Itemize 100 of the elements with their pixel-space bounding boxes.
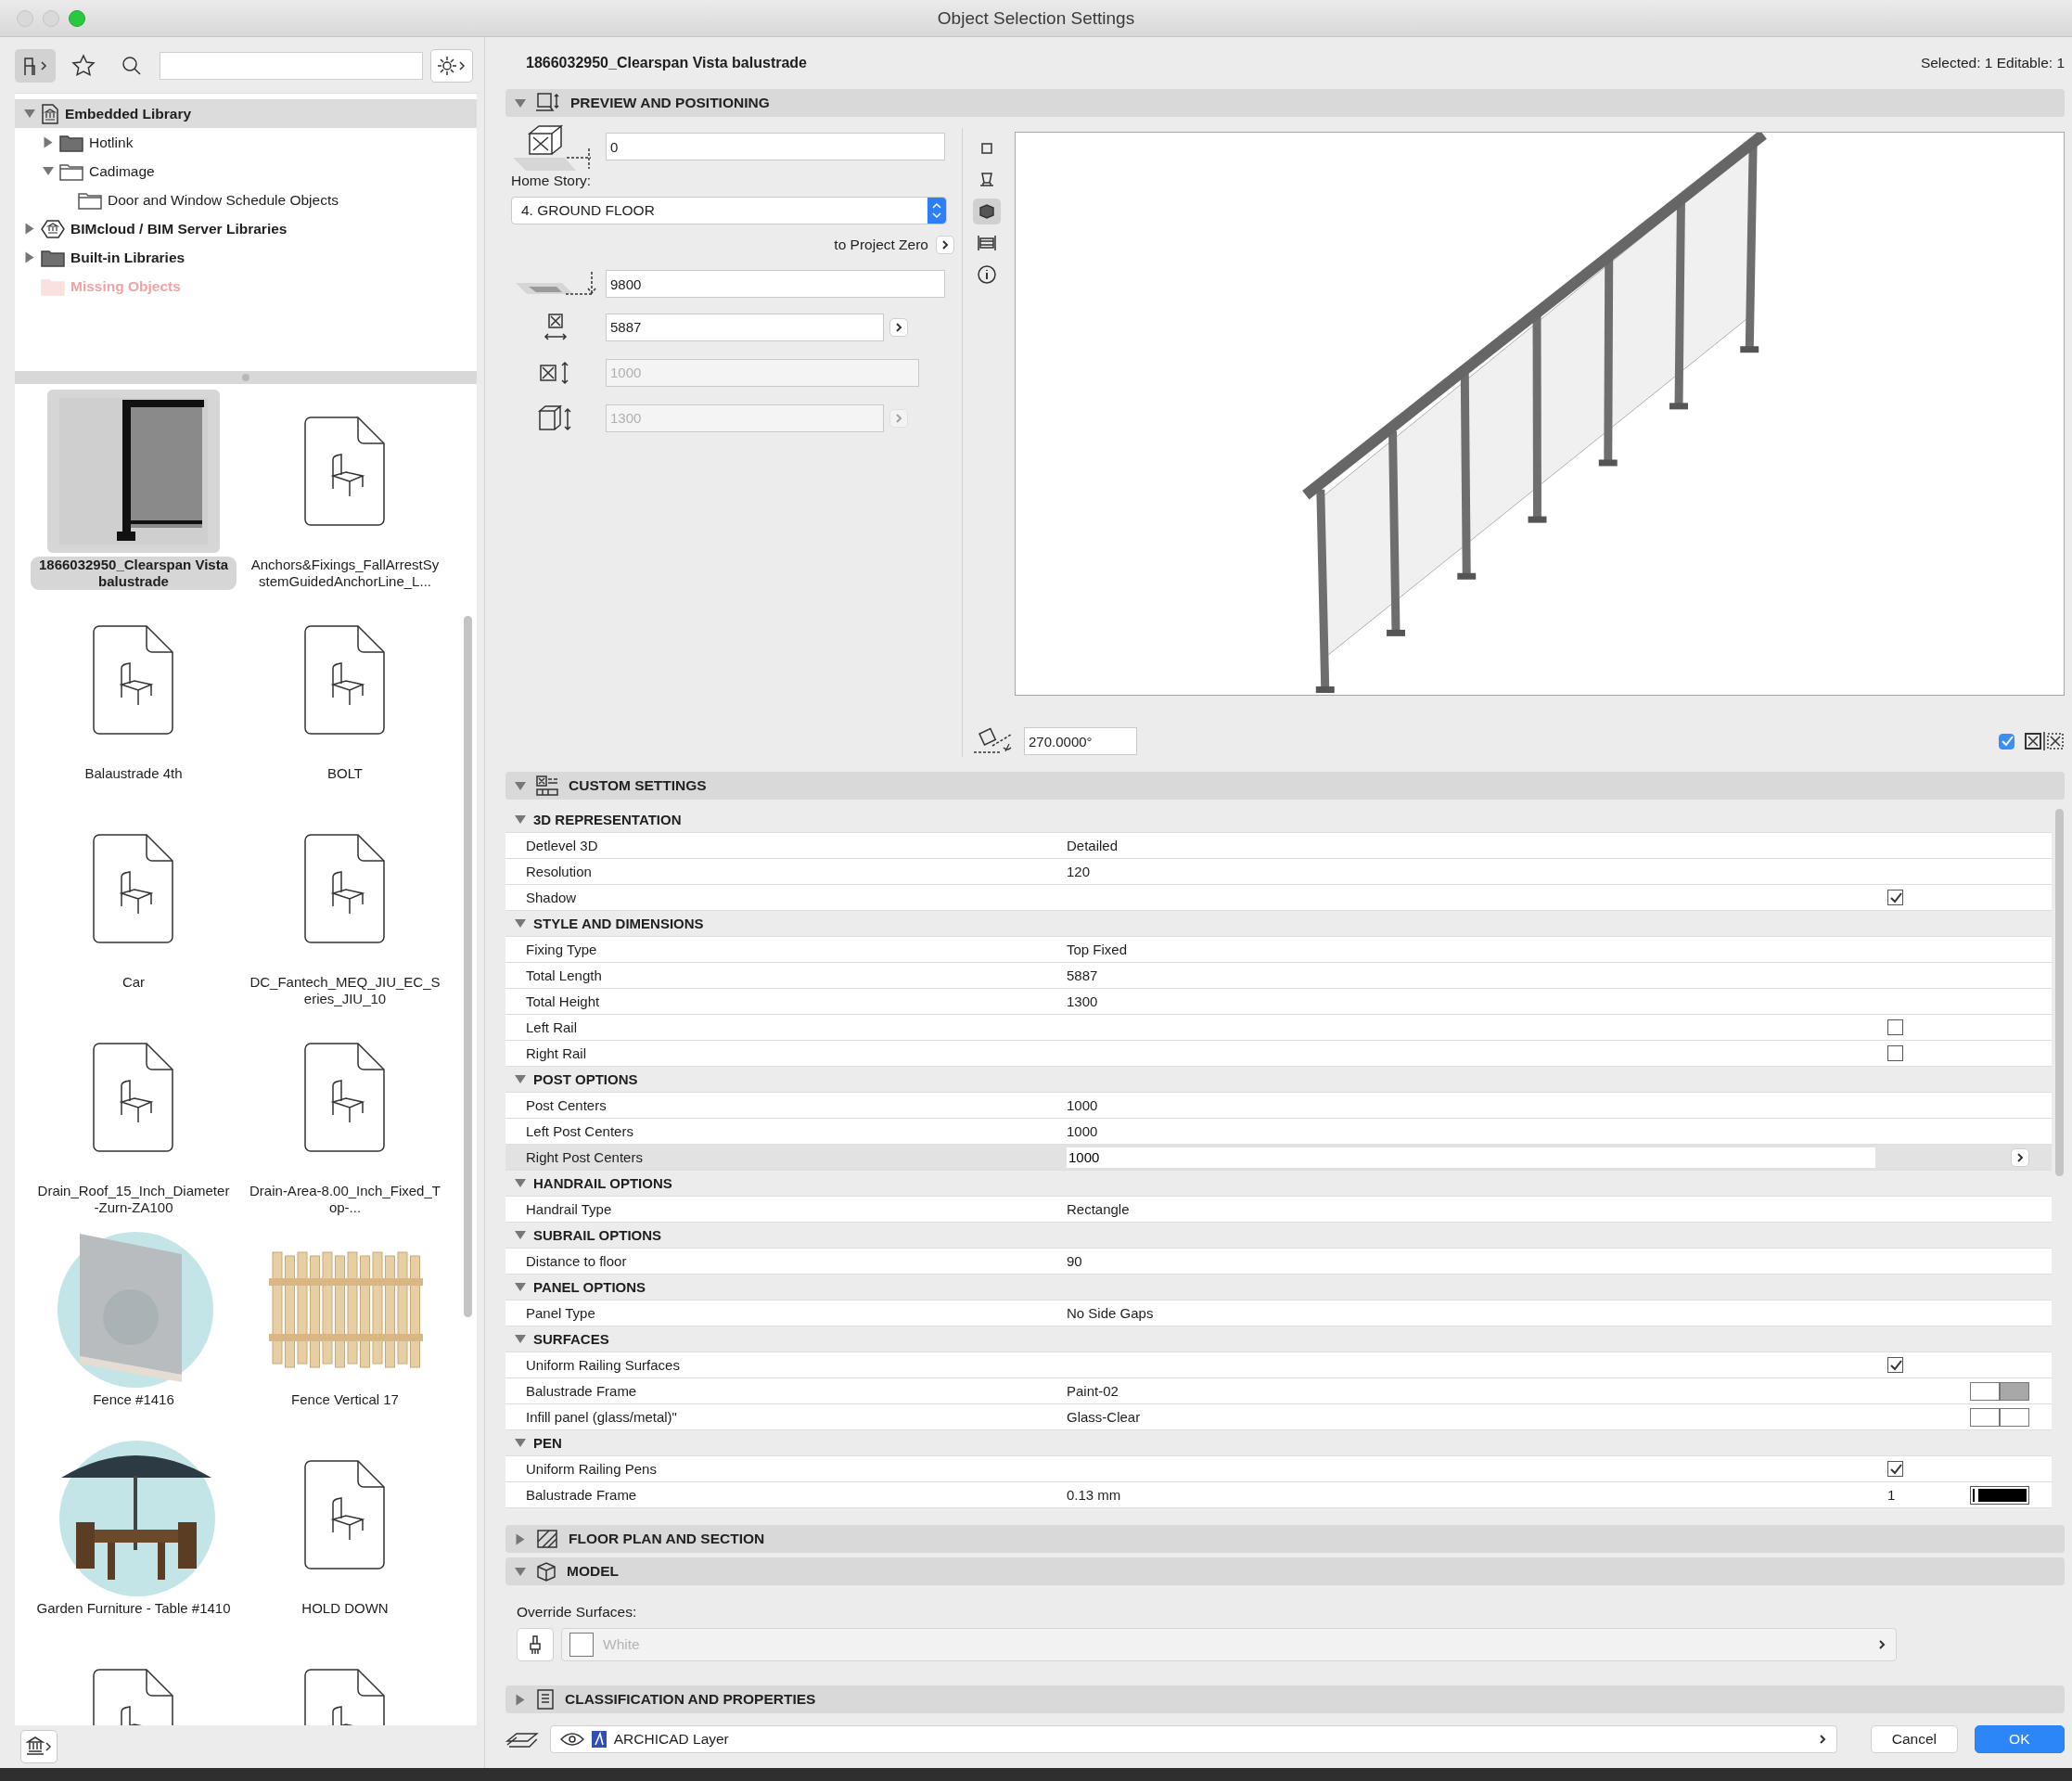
settings-row[interactable]: Right Post Centers 1000 bbox=[505, 1145, 2052, 1171]
item-label[interactable]: Drain_Roof_15_Inch_Diameter-Zurn-ZA100 bbox=[31, 1183, 237, 1216]
item-label[interactable]: Fence Vertical 17 bbox=[286, 1391, 404, 1408]
brush-button[interactable] bbox=[517, 1628, 554, 1661]
collapse-arrow-icon[interactable] bbox=[515, 781, 526, 790]
expand-arrow-icon[interactable] bbox=[25, 223, 34, 235]
home-story-select[interactable]: 4. GROUND FLOOR bbox=[511, 197, 947, 224]
settings-row[interactable]: Uniform Railing Pens bbox=[505, 1456, 2052, 1482]
settings-row[interactable]: Left Post Centers 1000 bbox=[505, 1119, 2052, 1145]
ok-button[interactable]: OK bbox=[1974, 1725, 2065, 1753]
section-header[interactable]: PREVIEW AND POSITIONING bbox=[505, 89, 2065, 117]
settings-row[interactable]: Total Height 1300 bbox=[505, 989, 2052, 1015]
expand-button[interactable] bbox=[2011, 1147, 2029, 1167]
settings-row[interactable]: Shadow bbox=[505, 885, 2052, 911]
settings-row[interactable]: Balustrade Frame 0.13 mm 1 bbox=[505, 1482, 2052, 1508]
setting-name: Post Centers bbox=[525, 1097, 608, 1113]
surface-swatch[interactable] bbox=[2000, 1381, 2029, 1401]
elevation-field[interactable]: 9800 bbox=[606, 270, 945, 298]
object-file-icon bbox=[302, 1458, 388, 1571]
value-field[interactable]: 1000 bbox=[1067, 1147, 1875, 1168]
width-field[interactable]: 5887 bbox=[606, 313, 884, 341]
collapse-arrow-icon[interactable] bbox=[515, 1179, 526, 1187]
tree-item[interactable]: BIMcloud / BIM Server Libraries bbox=[15, 214, 477, 243]
item-label[interactable]: BOLT bbox=[321, 765, 369, 782]
tree-item[interactable]: Embedded Library bbox=[15, 99, 477, 128]
collapse-arrow-icon[interactable] bbox=[515, 1231, 526, 1239]
checkbox[interactable] bbox=[1887, 1461, 1903, 1477]
setting-value: 90 bbox=[1067, 1253, 1083, 1269]
settings-row[interactable]: Fixing Type Top Fixed bbox=[505, 937, 2052, 963]
checkbox[interactable] bbox=[1887, 890, 1903, 905]
settings-row[interactable]: Left Rail bbox=[505, 1015, 2052, 1041]
zoom-button[interactable] bbox=[69, 9, 85, 27]
tree-item[interactable]: Door and Window Schedule Objects bbox=[15, 186, 477, 214]
scrollbar-thumb[interactable] bbox=[464, 616, 472, 1317]
settings-icon bbox=[436, 55, 467, 77]
item-label[interactable]: Balaustrade 4th bbox=[79, 765, 188, 782]
section-header[interactable]: FLOOR PLAN AND SECTION bbox=[505, 1525, 2065, 1553]
objects-tab[interactable] bbox=[15, 49, 56, 83]
item-label[interactable]: HOLD DOWN bbox=[296, 1600, 394, 1617]
setting-name: Uniform Railing Surfaces bbox=[525, 1357, 681, 1373]
perspective-view-button[interactable] bbox=[973, 199, 1001, 224]
pen-swatch[interactable] bbox=[1970, 1485, 2029, 1505]
surface-swatch[interactable] bbox=[1970, 1407, 2000, 1427]
settings-row[interactable]: Resolution 120 bbox=[505, 859, 2052, 885]
settings-row[interactable]: Distance to floor 90 bbox=[505, 1249, 2052, 1275]
angle-field[interactable]: 270.0000° bbox=[1024, 727, 1137, 755]
selection-count: Selected: 1 Editable: 1 bbox=[1920, 55, 2065, 71]
scrollbar-thumb[interactable] bbox=[2055, 809, 2064, 1176]
collapse-arrow-icon[interactable] bbox=[515, 1567, 526, 1576]
checkbox[interactable] bbox=[1887, 1019, 1903, 1035]
cancel-button[interactable]: Cancel bbox=[1871, 1725, 1958, 1753]
expand-arrow-icon[interactable] bbox=[516, 1533, 525, 1544]
elevation-view-icon bbox=[978, 171, 996, 189]
layer-field[interactable]: ARCHICAD Layer bbox=[549, 1725, 1838, 1753]
surface-swatch[interactable] bbox=[2000, 1407, 2029, 1427]
collapse-arrow-icon[interactable] bbox=[515, 1075, 526, 1083]
section-header[interactable]: MODEL bbox=[505, 1557, 2065, 1585]
settings-row[interactable]: Right Rail bbox=[505, 1041, 2052, 1067]
section-header[interactable]: CUSTOM SETTINGS bbox=[505, 772, 2065, 800]
collapse-arrow-icon[interactable] bbox=[515, 98, 526, 108]
collapse-arrow-icon[interactable] bbox=[515, 1335, 526, 1343]
tree-item[interactable]: Hotlink bbox=[15, 128, 477, 157]
expand-button[interactable] bbox=[936, 236, 954, 254]
library-manager-button[interactable] bbox=[20, 1730, 58, 1763]
collapse-arrow-icon[interactable] bbox=[515, 1439, 526, 1447]
settings-row[interactable]: Total Length 5887 bbox=[505, 963, 2052, 989]
settings-row[interactable]: Handrail Type Rectangle bbox=[505, 1197, 2052, 1223]
item-label[interactable]: Fence #1416 bbox=[87, 1391, 180, 1408]
settings-row[interactable]: Post Centers 1000 bbox=[505, 1093, 2052, 1119]
checkbox[interactable] bbox=[1887, 1357, 1903, 1373]
settings-row[interactable]: Detlevel 3D Detailed bbox=[505, 833, 2052, 859]
settings-row[interactable]: Infill panel (glass/metal)" Glass-Clear bbox=[505, 1404, 2052, 1430]
settings-button[interactable] bbox=[430, 49, 473, 83]
mirror-checkbox[interactable] bbox=[1999, 733, 2014, 750]
expand-button[interactable] bbox=[889, 317, 908, 337]
settings-row[interactable]: Panel Type No Side Gaps bbox=[505, 1301, 2052, 1326]
item-label[interactable]: Anchors&Fixings_FallArrestSystemGuidedAnchorLine_L... bbox=[242, 557, 448, 590]
item-label[interactable]: DC_Fantech_MEQ_JIU_EC_Series_JIU_10 bbox=[242, 974, 448, 1007]
tree-item[interactable]: Cadimage bbox=[15, 157, 477, 186]
checkbox[interactable] bbox=[1887, 1045, 1903, 1061]
item-label[interactable]: Garden Furniture - Table #1410 bbox=[31, 1600, 237, 1617]
settings-row[interactable]: Balustrade Frame Paint-02 bbox=[505, 1378, 2052, 1404]
offset-field[interactable]: 0 bbox=[606, 133, 945, 160]
tree-item[interactable]: Built-in Libraries bbox=[15, 243, 477, 272]
search-field[interactable] bbox=[160, 52, 423, 80]
collapse-arrow-icon[interactable] bbox=[515, 1283, 526, 1291]
collapse-arrow-icon[interactable] bbox=[515, 919, 526, 928]
group-title: SURFACES bbox=[533, 1331, 609, 1347]
collapse-arrow-icon[interactable] bbox=[24, 109, 35, 118]
surface-swatch[interactable] bbox=[1970, 1381, 2000, 1401]
expand-arrow-icon[interactable] bbox=[516, 1694, 525, 1705]
splitter-handle[interactable] bbox=[242, 374, 249, 381]
setting-value: 0.13 mm bbox=[1067, 1487, 1122, 1503]
item-label[interactable]: Car bbox=[116, 974, 151, 991]
collapse-arrow-icon[interactable] bbox=[515, 815, 526, 824]
item-label[interactable]: 1866032950_Clearspan Vista balustrade bbox=[31, 557, 237, 590]
layer-icon bbox=[591, 1731, 607, 1748]
section-header[interactable]: CLASSIFICATION AND PROPERTIES bbox=[505, 1685, 2065, 1713]
item-label[interactable]: Drain-Area-8.00_Inch_Fixed_Top-... bbox=[242, 1183, 448, 1216]
settings-row[interactable]: Uniform Railing Surfaces bbox=[505, 1352, 2052, 1378]
